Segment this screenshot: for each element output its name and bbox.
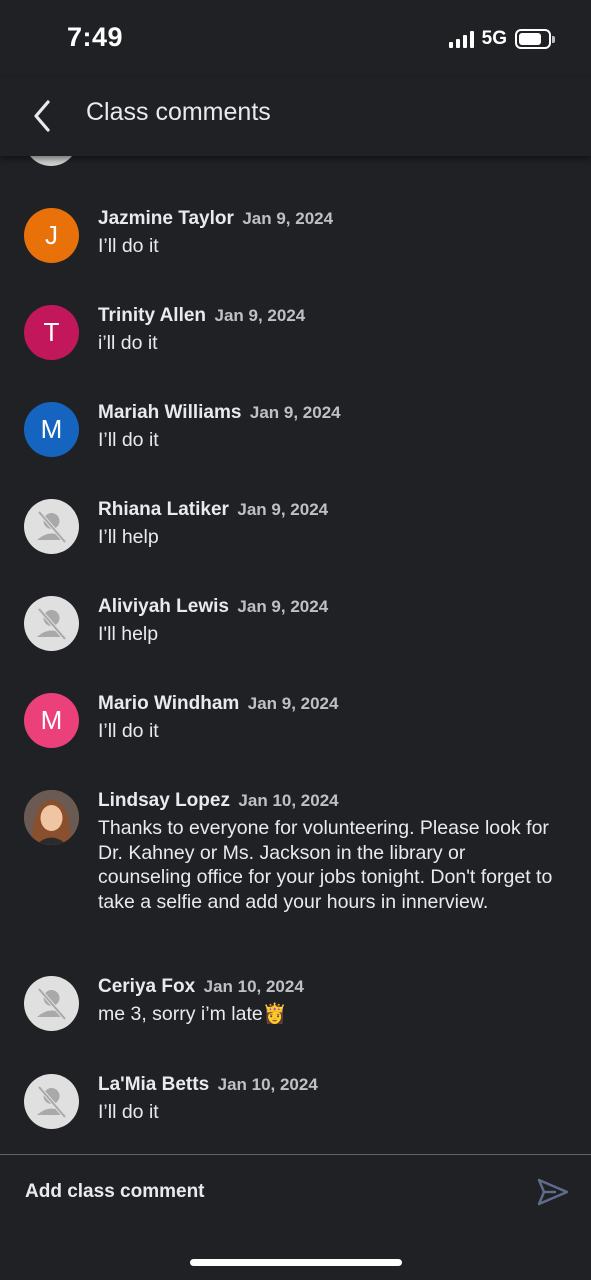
send-button[interactable] (536, 1177, 570, 1207)
comment-text: I’ll do it (98, 720, 159, 742)
page-title: Class comments (86, 98, 271, 126)
avatar-letter: M (40, 414, 63, 444)
comment-date: Jan 10, 2024 (217, 1075, 318, 1094)
avatar: T (24, 305, 79, 360)
chevron-left-icon (34, 100, 50, 132)
avatar-letter: J (45, 220, 58, 250)
comment-author: Lindsay Lopez (98, 790, 230, 811)
avatar-letter: M (40, 705, 63, 735)
profile-photo (24, 790, 79, 845)
comment-author: Aliviyah Lewis (98, 596, 229, 617)
comment-text: I'll help (98, 623, 159, 645)
avatar (24, 596, 79, 651)
comment-date: Jan 9, 2024 (214, 306, 306, 325)
status-icons: 5G (448, 28, 555, 50)
comment-date: Jan 9, 2024 (237, 500, 329, 519)
comment-author: Ceriya Fox (98, 976, 196, 997)
comment-date: Jan 9, 2024 (242, 209, 334, 228)
comment-author: La'Mia Betts (98, 1074, 210, 1095)
comment-text: Thanks to everyone for volunteering. Ple… (98, 817, 553, 913)
comment-text: I’ll do it (98, 1101, 159, 1123)
avatar (24, 156, 78, 166)
comment-author: Jazmine Taylor (98, 208, 234, 229)
status-time: 7:49 (67, 22, 124, 52)
comment-date: Jan 9, 2024 (237, 597, 329, 616)
avatar: J (24, 208, 79, 263)
no-photo-icon (37, 1085, 67, 1119)
avatar: M (24, 693, 79, 748)
comment-date: Jan 9, 2024 (247, 694, 339, 713)
status-bar: 7:49 5G (0, 0, 591, 78)
signal-icon (448, 30, 474, 48)
comment-date: Jan 9, 2024 (249, 403, 341, 422)
home-indicator[interactable] (190, 1259, 402, 1266)
comment-text: me 3, sorry i’m late👸 (98, 1003, 287, 1025)
comment-text: I’ll help (98, 526, 159, 548)
avatar: M (24, 402, 79, 457)
comment-author: Mario Windham (98, 693, 240, 714)
network-label: 5G (481, 28, 507, 49)
avatar (24, 499, 79, 554)
comment-text: I’ll do it (98, 235, 159, 257)
avatar (24, 976, 79, 1031)
comment-author: Rhiana Latiker (98, 499, 229, 520)
avatar (24, 790, 79, 845)
comment-text: i’ll do it (98, 332, 158, 354)
no-photo-icon (37, 510, 67, 544)
comment-author: Trinity Allen (98, 305, 207, 326)
comment-text: I’ll do it (98, 429, 159, 451)
comment-date: Jan 10, 2024 (238, 791, 339, 810)
comment-date: Jan 10, 2024 (203, 977, 304, 996)
avatar (24, 1074, 79, 1129)
battery-icon (515, 29, 555, 49)
send-icon (537, 1178, 569, 1206)
back-button[interactable] (26, 96, 62, 136)
avatar-letter: T (43, 317, 60, 347)
add-comment-input[interactable]: Add class comment (25, 1181, 205, 1203)
comment-author: Mariah Williams (98, 402, 242, 423)
comment-list[interactable]: J Jazmine Taylor Jan 9, 2024 I’ll do it … (0, 156, 591, 1154)
no-photo-icon (37, 607, 67, 641)
no-photo-icon (37, 987, 67, 1021)
app-bar: Class comments (0, 78, 591, 156)
